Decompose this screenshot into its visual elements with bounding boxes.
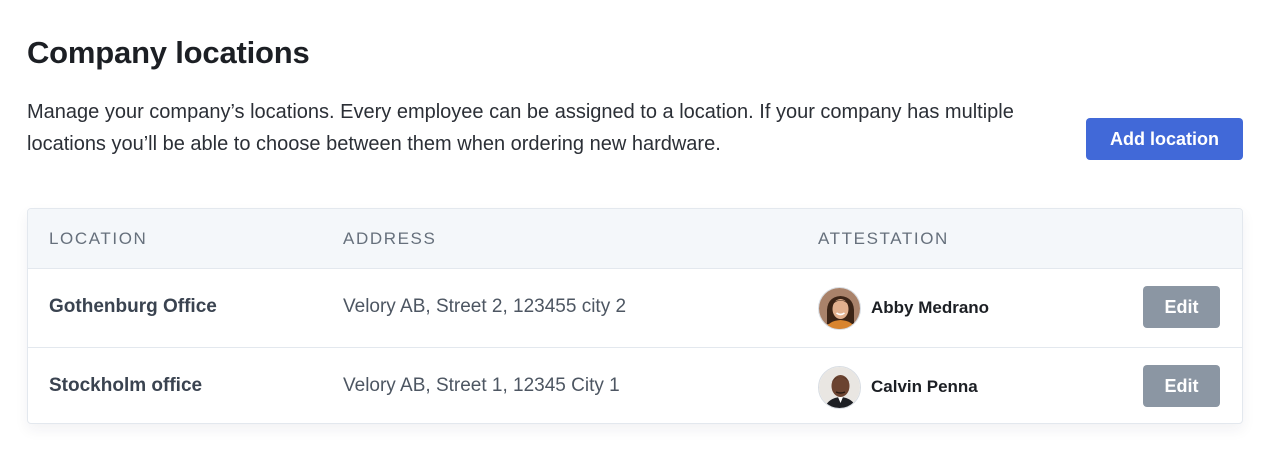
location-address: Velory AB, Street 2, 123455 city 2 (343, 296, 627, 317)
table-row: Gothenburg Office Velory AB, Street 2, 1… (28, 269, 1242, 347)
attestation-name: Abby Medrano (871, 298, 990, 317)
column-header-address: ADDRESS (343, 229, 437, 248)
attestation-name: Calvin Penna (871, 377, 978, 396)
edit-button[interactable]: Edit (1143, 286, 1220, 328)
page-description: Manage your company’s locations. Every e… (27, 101, 1014, 155)
company-locations-page: Company locations Manage your company’s … (0, 0, 1274, 454)
location-name: Stockholm office (49, 375, 203, 396)
column-header-location: LOCATION (49, 229, 148, 248)
column-header-attestation: ATTESTATION (818, 229, 949, 248)
locations-table: LOCATION ADDRESS ATTESTATION Gothenburg … (27, 208, 1243, 424)
page-title: Company locations (27, 35, 310, 70)
edit-button[interactable]: Edit (1143, 365, 1220, 407)
attestation-person: Abby Medrano (818, 286, 989, 330)
location-address: Velory AB, Street 1, 12345 City 1 (343, 375, 620, 396)
add-location-button[interactable]: Add location (1086, 118, 1243, 160)
location-name: Gothenburg Office (49, 296, 217, 317)
avatar-man-icon (818, 365, 861, 409)
table-row: Stockholm office Velory AB, Street 1, 12… (28, 347, 1242, 423)
avatar-woman-icon (818, 286, 861, 330)
table-header: LOCATION ADDRESS ATTESTATION (28, 209, 1242, 269)
attestation-person: Calvin Penna (818, 365, 978, 409)
